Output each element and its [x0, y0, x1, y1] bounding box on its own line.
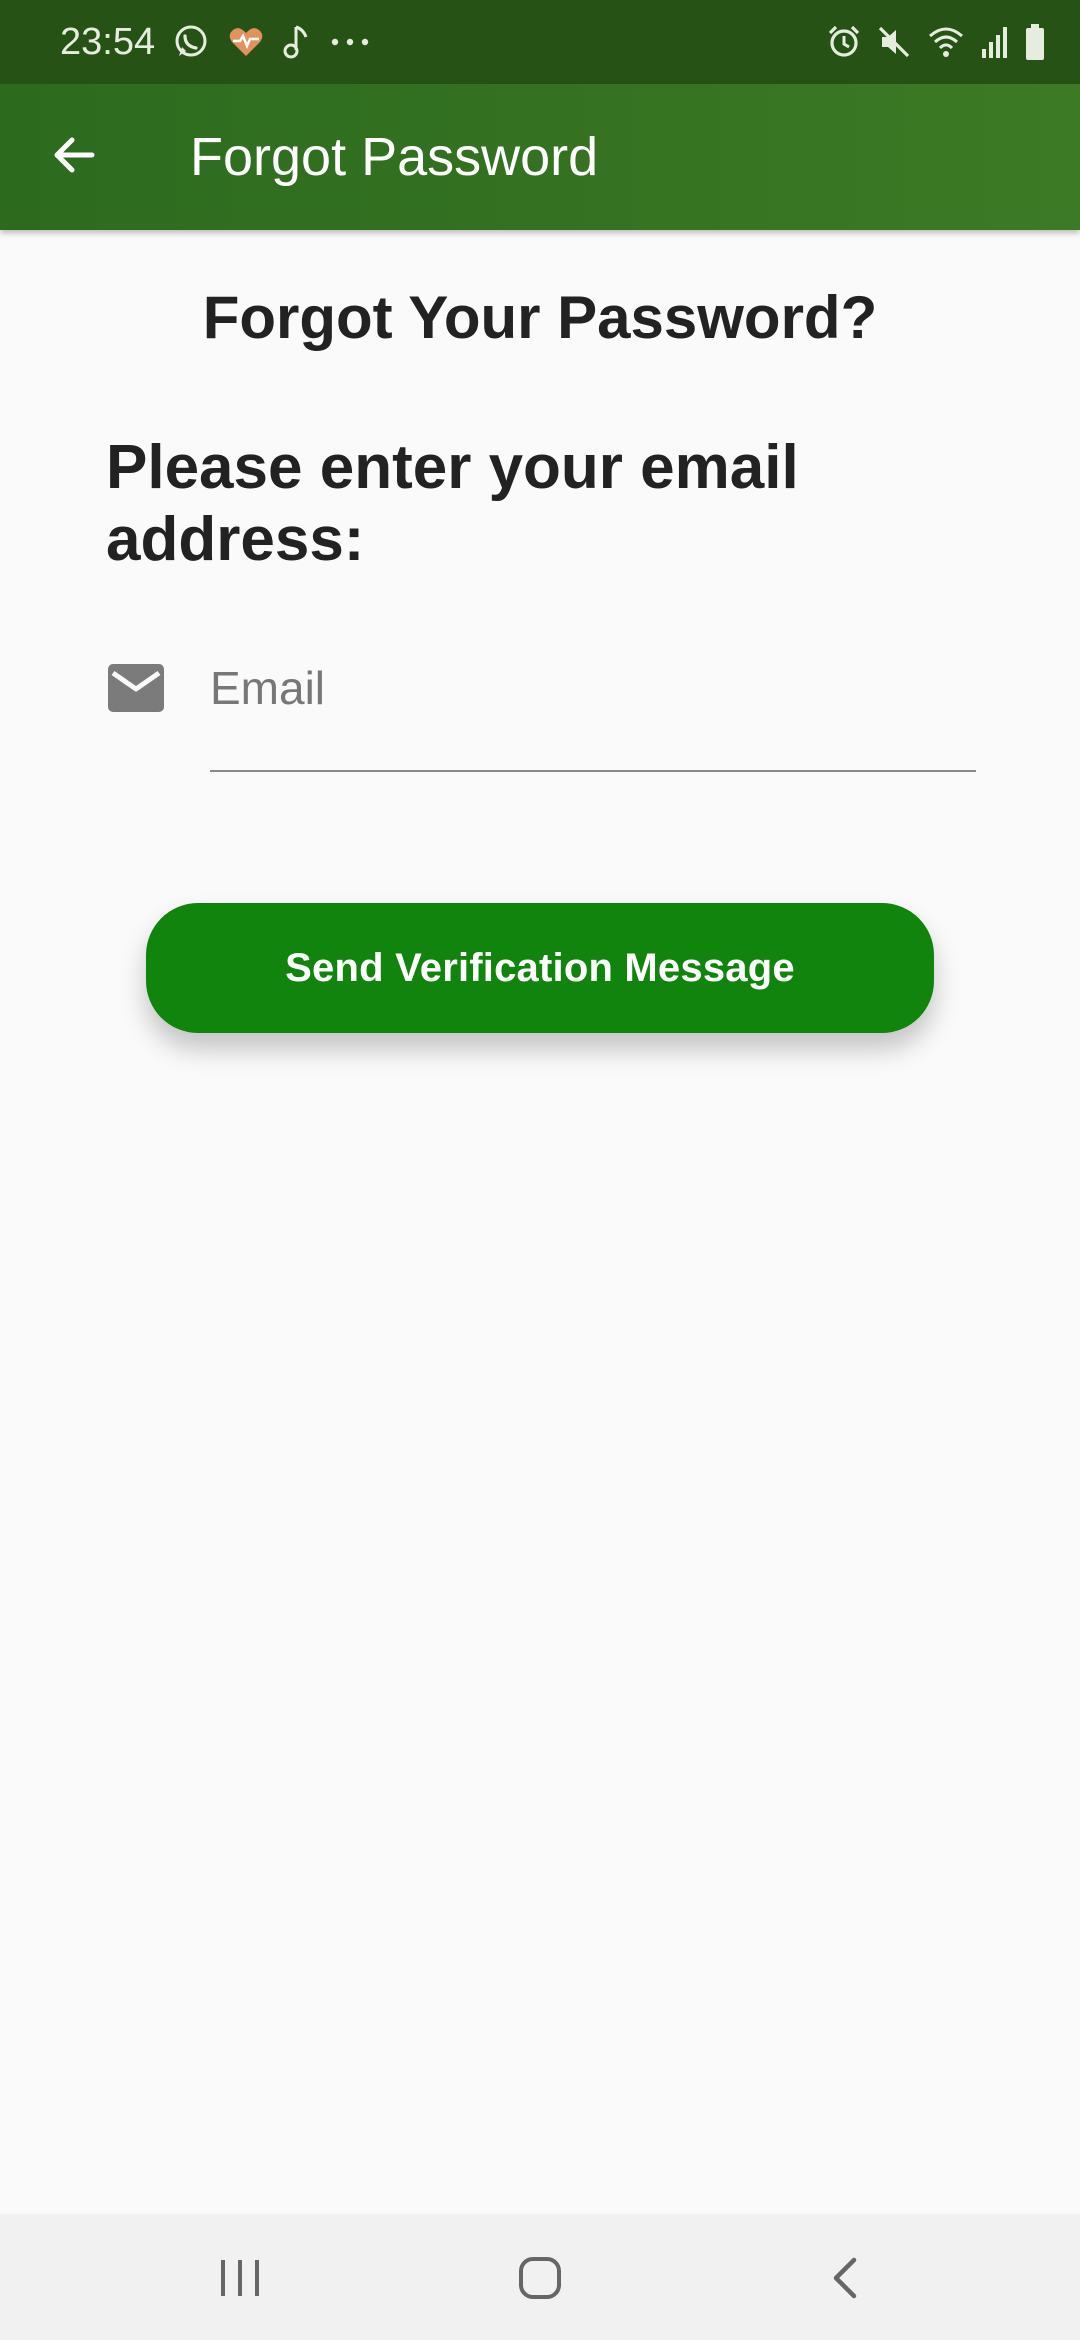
back-icon[interactable] [816, 2248, 876, 2308]
mute-icon [876, 24, 912, 60]
whatsapp-icon [172, 23, 210, 61]
email-input[interactable] [210, 648, 976, 728]
recents-icon[interactable] [210, 2250, 270, 2304]
page-title: Forgot Password [190, 127, 599, 187]
forgot-password-heading: Forgot Your Password? [202, 284, 878, 351]
status-right-icons [826, 20, 1046, 64]
signal-icon [980, 25, 1010, 59]
app-bar: Forgot Password [0, 84, 1080, 230]
email-prompt: Please enter your email address: [106, 433, 799, 574]
back-button[interactable] [38, 121, 110, 193]
wifi-icon [926, 24, 966, 60]
navigation-bar [0, 2214, 1080, 2340]
arrow-back-icon [50, 131, 98, 184]
status-time: 23:54 [60, 21, 156, 63]
music-note-icon [282, 23, 312, 61]
alarm-icon [826, 24, 862, 60]
battery-icon [1024, 23, 1046, 61]
mail-icon [108, 664, 164, 712]
health-heart-icon [228, 25, 264, 59]
email-field[interactable] [210, 648, 976, 772]
status-bar: 23:54 [0, 0, 1080, 84]
home-icon[interactable] [510, 2248, 570, 2308]
send-verification-label: Send Verification Message [285, 945, 795, 990]
send-verification-button[interactable]: Send Verification Message [146, 903, 934, 1033]
status-left-icons [172, 20, 370, 64]
email-field-underline [210, 770, 976, 772]
more-dots-icon [330, 36, 370, 48]
